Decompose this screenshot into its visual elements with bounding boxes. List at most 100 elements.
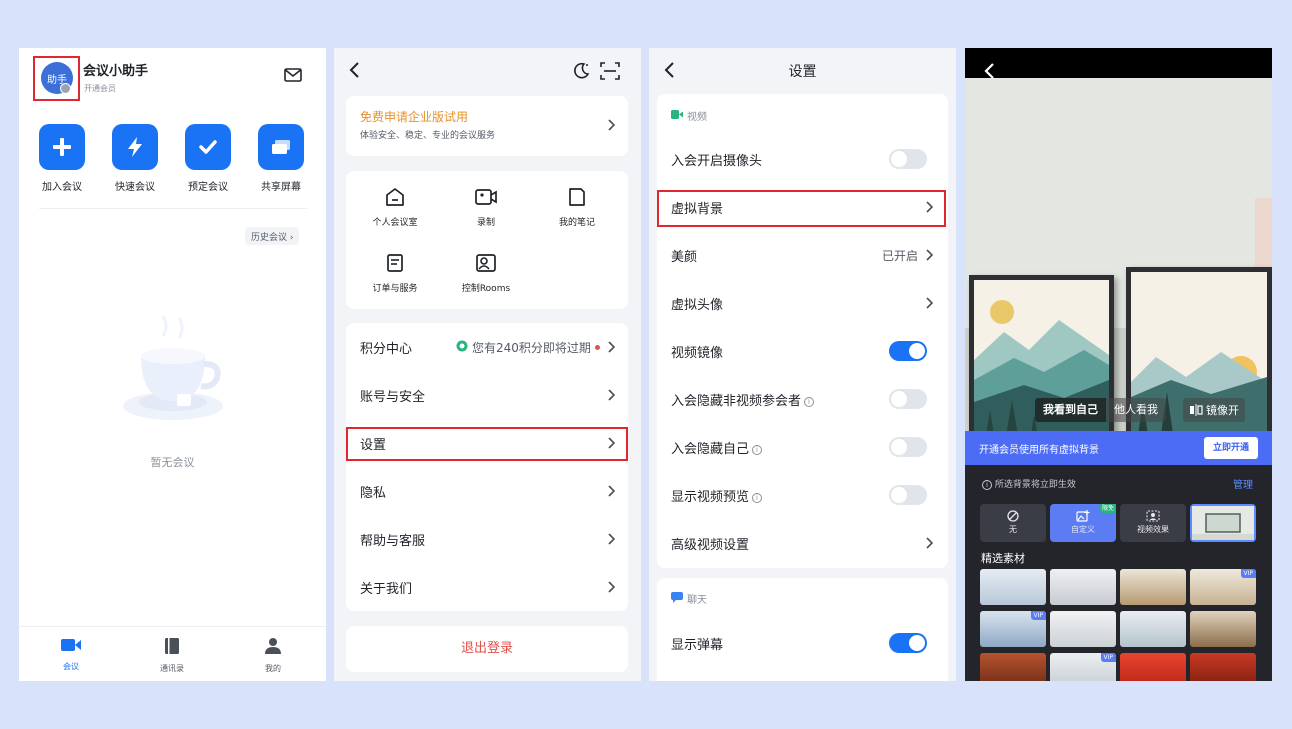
setting-virtual-avatar[interactable]: 虚拟头像 <box>657 279 948 327</box>
bg-thumb-festive-2[interactable] <box>1120 653 1186 681</box>
empty-cup-illustration <box>123 315 223 420</box>
bg-thumb-festive-3[interactable] <box>1190 653 1256 681</box>
setting-hide-self-label: 入会隐藏自己 i <box>671 438 763 457</box>
profile-menu-screen: 免费申请企业版试用 体验安全、稳定、专业的会议服务 个人会议室 录制 我的笔记 … <box>334 48 641 681</box>
join-meeting-button[interactable]: 加入会议 <box>34 124 90 193</box>
settings-highlight-box <box>346 427 628 461</box>
grid-my-notes[interactable]: 我的笔记 <box>537 187 617 228</box>
enterprise-trial-card[interactable]: 免费申请企业版试用 体验安全、稳定、专业的会议服务 <box>346 96 628 156</box>
bg-thumb-study[interactable]: VIP <box>1190 569 1256 605</box>
share-screen-icon <box>258 124 304 170</box>
option-custom[interactable]: 自定义 限免 <box>1050 504 1116 542</box>
option-none[interactable]: 无 <box>980 504 1046 542</box>
bg-thumb-living-room[interactable] <box>1120 569 1186 605</box>
show-danmaku-toggle[interactable] <box>889 633 927 653</box>
menu-points-center[interactable]: 积分中心 您有240积分即将过期 <box>346 323 628 371</box>
setting-virtual-avatar-label: 虚拟头像 <box>671 298 724 313</box>
info-icon[interactable]: i <box>804 396 815 407</box>
manage-button[interactable]: 管理 <box>1233 476 1253 491</box>
top-bar <box>965 48 1272 79</box>
menu-help-support-label: 帮助与客服 <box>360 534 426 549</box>
back-arrow-icon[interactable] <box>983 63 995 79</box>
bg-thumb-bright-room[interactable]: VIP <box>1050 653 1116 681</box>
bg-thumb-window[interactable] <box>1120 611 1186 647</box>
setting-beauty[interactable]: 美颜 已开启 <box>657 231 948 279</box>
quick-meeting-button[interactable]: 快速会议 <box>107 124 163 193</box>
chevron-right-icon <box>608 533 616 545</box>
chevron-right-icon <box>608 119 616 131</box>
avatar-badge <box>60 83 71 94</box>
grid-control-rooms[interactable]: 控制Rooms <box>446 253 526 294</box>
bg-thumb-lobby[interactable]: VIP <box>980 611 1046 647</box>
background-picker-sheet: i 所选背景将立即生效 管理 无 自定义 限免 视频效果 精选素材 VIP VI… <box>965 465 1272 681</box>
view-others-button[interactable]: 他人看我 <box>1106 398 1166 422</box>
video-preview-toggle[interactable] <box>889 485 927 505</box>
grid-orders[interactable]: 订单与服务 <box>355 253 435 294</box>
setting-video-mirror-label: 视频镜像 <box>671 346 724 361</box>
note-icon <box>569 188 585 206</box>
setting-video-preview[interactable]: 显示视频预览 i <box>657 471 948 519</box>
setting-camera-on-join[interactable]: 入会开启摄像头 <box>657 135 948 183</box>
setting-show-danmaku[interactable]: 显示弹幕 <box>657 619 948 667</box>
setting-advanced-video[interactable]: 高级视频设置 <box>657 519 948 567</box>
camera-on-join-toggle[interactable] <box>889 149 927 169</box>
grid-personal-room[interactable]: 个人会议室 <box>355 187 435 228</box>
scan-icon[interactable] <box>600 62 620 80</box>
beauty-status: 已开启 <box>882 249 919 263</box>
grid-orders-label: 订单与服务 <box>372 284 418 294</box>
activate-now-button[interactable]: 立即开通 <box>1204 437 1258 459</box>
menu-privacy-label: 隐私 <box>360 486 387 501</box>
bg-thumb-workspace[interactable] <box>1050 611 1116 647</box>
profile-header: 助手 会议小助手 开通会员 <box>19 48 326 108</box>
menu-about-us-label: 关于我们 <box>360 582 413 597</box>
info-icon[interactable]: i <box>752 444 763 455</box>
house-icon <box>386 188 404 206</box>
avatar-highlight[interactable]: 助手 <box>33 56 80 101</box>
bg-thumb-festive-1[interactable] <box>980 653 1046 681</box>
bg-thumb-meeting-room[interactable] <box>1050 569 1116 605</box>
vip-badge: VIP <box>1240 569 1256 578</box>
tab-meetings[interactable]: 会议 <box>41 637 101 672</box>
info-icon[interactable]: i <box>752 492 763 503</box>
menu-about-us[interactable]: 关于我们 <box>346 563 628 611</box>
share-screen-button[interactable]: 共享屏幕 <box>253 124 309 193</box>
history-meetings-button[interactable]: 历史会议 › <box>245 227 300 245</box>
person-icon <box>265 638 281 654</box>
record-icon <box>475 189 497 205</box>
trial-subtitle: 体验安全、稳定、专业的会议服务 <box>360 131 496 141</box>
back-arrow-icon[interactable] <box>348 62 360 78</box>
moon-icon[interactable] <box>572 62 590 80</box>
setting-hide-self[interactable]: 入会隐藏自己 i <box>657 423 948 471</box>
menu-help-support[interactable]: 帮助与客服 <box>346 515 628 563</box>
schedule-meeting-button[interactable]: 预定会议 <box>180 124 236 193</box>
mail-icon[interactable] <box>284 68 302 82</box>
view-self-button[interactable]: 我看到自己 <box>1035 398 1106 422</box>
logout-button[interactable]: 退出登录 <box>346 626 628 672</box>
option-video-effects[interactable]: 视频效果 <box>1120 504 1186 542</box>
tab-me[interactable]: 我的 <box>243 637 303 674</box>
setting-video-mirror[interactable]: 视频镜像 <box>657 327 948 375</box>
grid-recording[interactable]: 录制 <box>446 187 526 228</box>
setting-hide-non-video[interactable]: 入会隐藏非视频参会者 i <box>657 375 948 423</box>
video-mirror-toggle[interactable] <box>889 341 927 361</box>
tab-contacts[interactable]: 通讯录 <box>142 637 202 674</box>
divider <box>39 208 307 209</box>
bg-thumb-office[interactable] <box>980 569 1046 605</box>
setting-camera-on-join-label: 入会开启摄像头 <box>671 154 763 169</box>
menu-account-security[interactable]: 账号与安全 <box>346 371 628 419</box>
trial-title: 免费申请企业版试用 <box>360 110 469 124</box>
hide-non-video-toggle[interactable] <box>889 389 927 409</box>
membership-status[interactable]: 开通会员 <box>84 83 116 94</box>
meetings-home-screen: 助手 会议小助手 开通会员 加入会议 快速会议 预定会议 共享屏幕 历史会议 ›… <box>19 48 326 681</box>
free-badge: 限免 <box>1099 504 1116 513</box>
option-current-background[interactable] <box>1190 504 1256 542</box>
no-entry-icon <box>1007 510 1019 522</box>
hide-self-text: 入会隐藏自己 <box>671 442 750 457</box>
hide-self-toggle[interactable] <box>889 437 927 457</box>
image-add-icon <box>1076 510 1090 522</box>
bg-thumb-bookshelf[interactable] <box>1190 611 1256 647</box>
red-dot-badge <box>595 345 600 350</box>
mirror-toggle-button[interactable]: 镜像开 <box>1183 398 1245 422</box>
vip-badge: VIP <box>1030 611 1046 620</box>
menu-privacy[interactable]: 隐私 <box>346 467 628 515</box>
